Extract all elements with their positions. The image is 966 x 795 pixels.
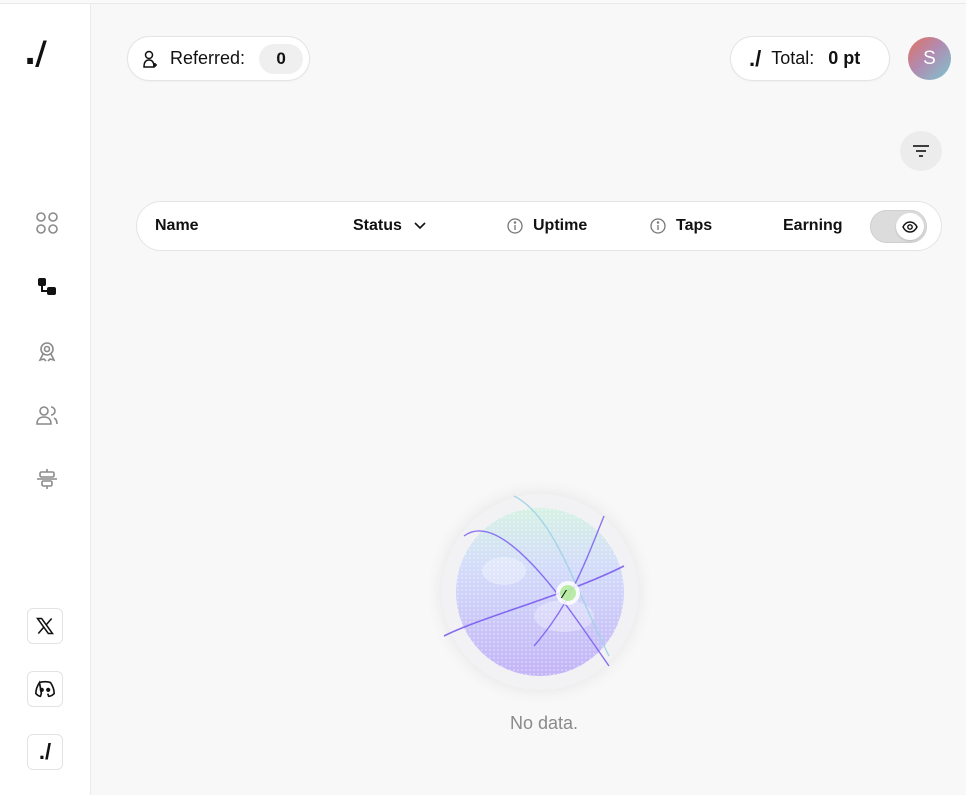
- eye-icon: [902, 220, 918, 233]
- column-earning: Earning: [783, 217, 843, 234]
- earning-visibility-toggle[interactable]: [870, 210, 927, 243]
- total-value: 0 pt: [828, 48, 861, 68]
- app-logo-text: ./: [38, 739, 52, 764]
- user-icon: [143, 50, 157, 68]
- referred-count: 0: [259, 43, 304, 74]
- x-twitter-link[interactable]: [27, 608, 63, 644]
- column-uptime-label: Uptime: [533, 217, 588, 234]
- filter-icon: [913, 145, 929, 157]
- referred-pill: Referred: 0: [127, 36, 310, 81]
- referrals-users-icon[interactable]: [34, 402, 60, 428]
- column-name: Name: [155, 217, 199, 234]
- sidebar-logo[interactable]: ./: [24, 34, 47, 72]
- nodes-icon[interactable]: [34, 274, 60, 300]
- empty-state-message: No data.: [509, 713, 579, 733]
- top-border: [0, 0, 966, 4]
- column-taps: Taps: [650, 202, 712, 250]
- sidebar: ./ ./: [0, 4, 91, 795]
- filter-button[interactable]: [900, 131, 942, 171]
- x-icon: [36, 617, 54, 635]
- column-status[interactable]: Status: [353, 202, 426, 250]
- column-uptime: Uptime: [507, 202, 587, 250]
- column-taps-label: Taps: [676, 217, 713, 234]
- discord-icon: [35, 680, 55, 698]
- referred-label: Referred:: [170, 48, 246, 68]
- empty-globe-illustration: ⁄: [424, 476, 660, 708]
- settings-sliders-icon[interactable]: [34, 466, 60, 492]
- total-logo: ./: [749, 45, 762, 71]
- total-label: Total:: [771, 48, 815, 68]
- info-icon[interactable]: [650, 218, 666, 234]
- toggle-knob: [896, 213, 924, 240]
- total-points-pill: ./ Total: 0 pt: [730, 36, 890, 81]
- info-icon[interactable]: [507, 218, 523, 234]
- chevron-down-icon: [414, 222, 426, 230]
- rewards-badge-icon[interactable]: [34, 338, 60, 364]
- column-status-label: Status: [353, 217, 402, 234]
- nodes-table-header: Name Status Uptime Taps Earning: [136, 201, 942, 251]
- dashboard-icon[interactable]: [34, 210, 60, 236]
- user-avatar[interactable]: S: [908, 37, 951, 80]
- discord-link[interactable]: [27, 671, 63, 707]
- app-link[interactable]: ./: [27, 734, 63, 770]
